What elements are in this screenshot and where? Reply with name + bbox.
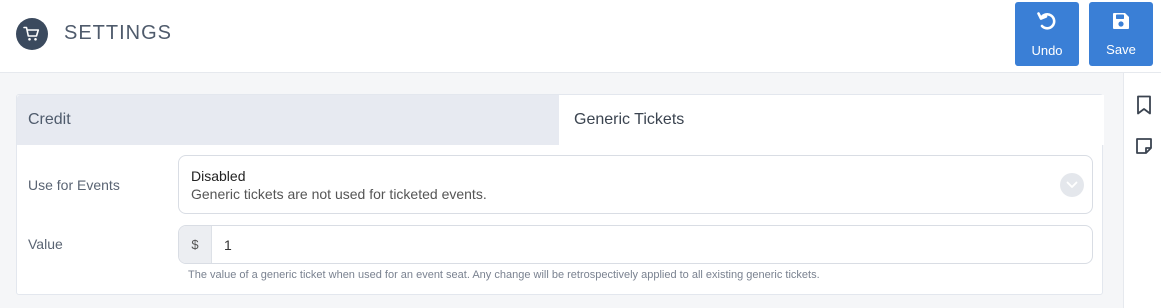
tab-bar: Credit Generic Tickets: [17, 95, 1104, 145]
note-icon[interactable]: [1135, 136, 1153, 156]
header-bar: SETTINGS Undo Save: [0, 0, 1161, 73]
undo-button[interactable]: Undo: [1015, 2, 1079, 66]
value-input[interactable]: [213, 226, 1092, 263]
tab-generic-tickets-label: Generic Tickets: [574, 111, 685, 128]
undo-icon: [1036, 10, 1058, 37]
undo-label: Undo: [1031, 43, 1063, 58]
selected-option-title: Disabled: [191, 168, 246, 184]
floppy-disk-icon: [1111, 11, 1131, 36]
settings-card: Credit Generic Tickets Use for Events Di…: [16, 94, 1104, 295]
bookmark-icon[interactable]: [1135, 95, 1153, 115]
cart-icon: [16, 18, 48, 50]
use-for-events-label: Use for Events: [28, 177, 120, 193]
value-input-group: $: [178, 225, 1093, 264]
value-help-text: The value of a generic ticket when used …: [188, 269, 820, 281]
save-label: Save: [1106, 42, 1136, 57]
currency-prefix: $: [179, 226, 212, 263]
tab-credit[interactable]: Credit: [17, 95, 559, 145]
use-for-events-select[interactable]: Disabled Generic tickets are not used fo…: [178, 155, 1093, 214]
save-button[interactable]: Save: [1089, 2, 1153, 66]
chevron-down-icon[interactable]: [1060, 173, 1084, 197]
value-label: Value: [28, 236, 63, 252]
tab-generic-tickets[interactable]: Generic Tickets: [563, 95, 1104, 145]
page-title: SETTINGS: [64, 22, 173, 44]
right-rail: [1123, 73, 1161, 308]
selected-option-description: Generic tickets are not used for tickete…: [191, 186, 487, 202]
tab-credit-label: Credit: [28, 111, 71, 128]
